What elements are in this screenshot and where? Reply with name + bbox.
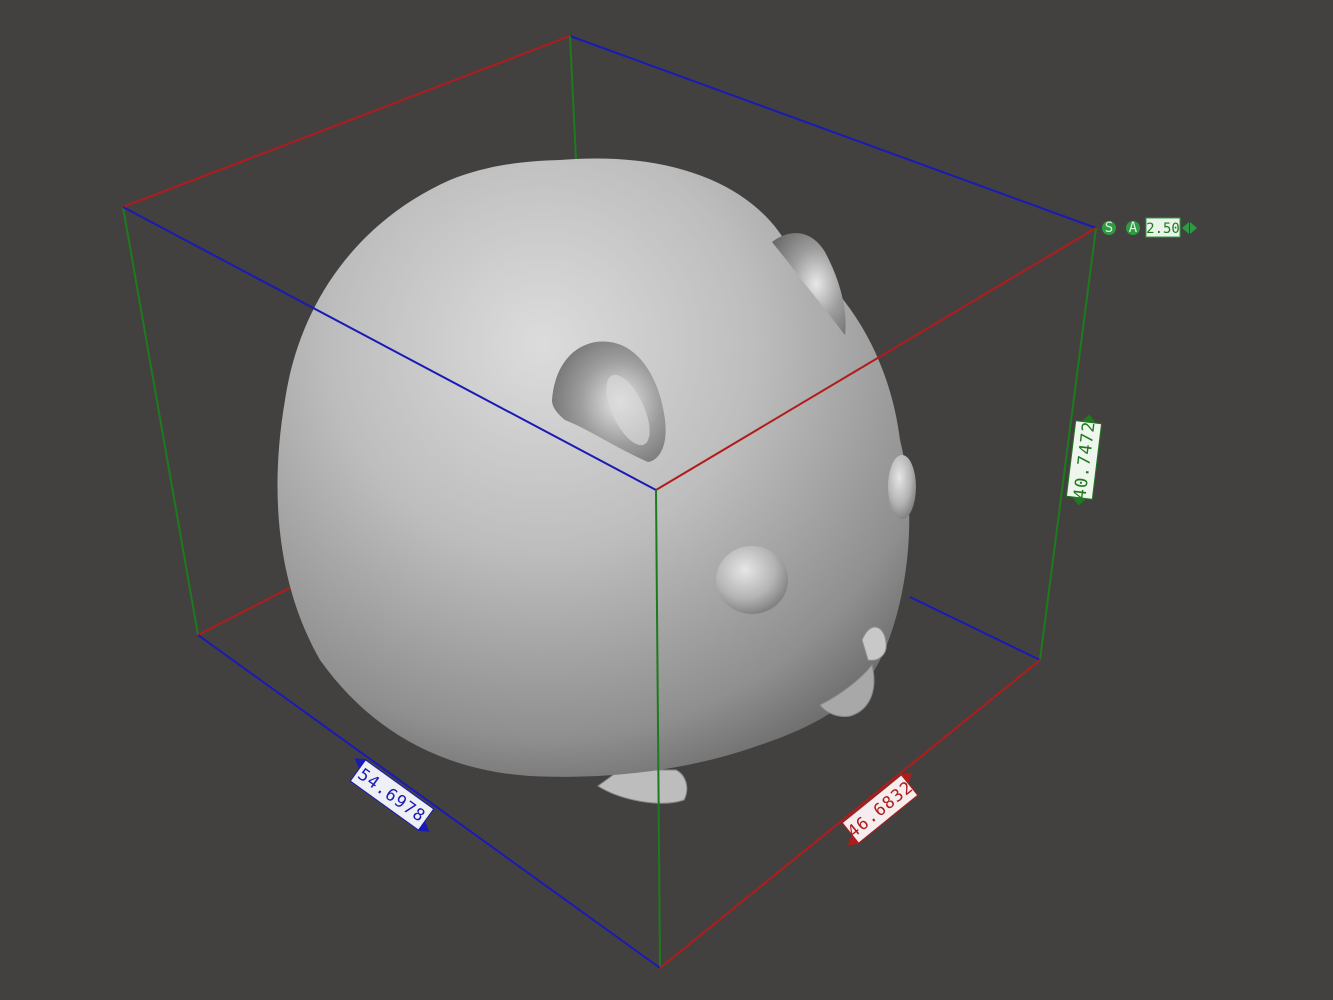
step-value-field[interactable]: 2.50: [1145, 217, 1181, 238]
snap-toggle-button[interactable]: S: [1102, 220, 1116, 236]
step-value: 2.50: [1146, 221, 1180, 237]
step-decrease-icon[interactable]: [1182, 222, 1189, 234]
dimension-label-depth[interactable]: 46.6832: [834, 768, 926, 850]
angle-icon: A: [1129, 220, 1138, 236]
snap-icon: S: [1105, 220, 1113, 236]
box-edge-left-vertical: [122, 206, 199, 636]
3d-viewport[interactable]: 54.6978 46.6832 40.7472 S A 2.50: [0, 0, 1333, 1000]
model-eye-left: [716, 546, 788, 614]
scale-control-widget: S A 2.50: [1102, 217, 1197, 238]
hamster-model[interactable]: [277, 158, 916, 804]
angle-toggle-button[interactable]: A: [1126, 220, 1140, 236]
dimension-label-width[interactable]: 54.6978: [342, 753, 443, 837]
box-edge-bottom-back-blue: [909, 596, 1041, 661]
box-edge-bottom-back-red: [197, 579, 306, 636]
step-increase-icon[interactable]: [1190, 222, 1197, 234]
model-eye-right: [888, 455, 916, 519]
box-edge-back-vertical: [569, 35, 577, 161]
